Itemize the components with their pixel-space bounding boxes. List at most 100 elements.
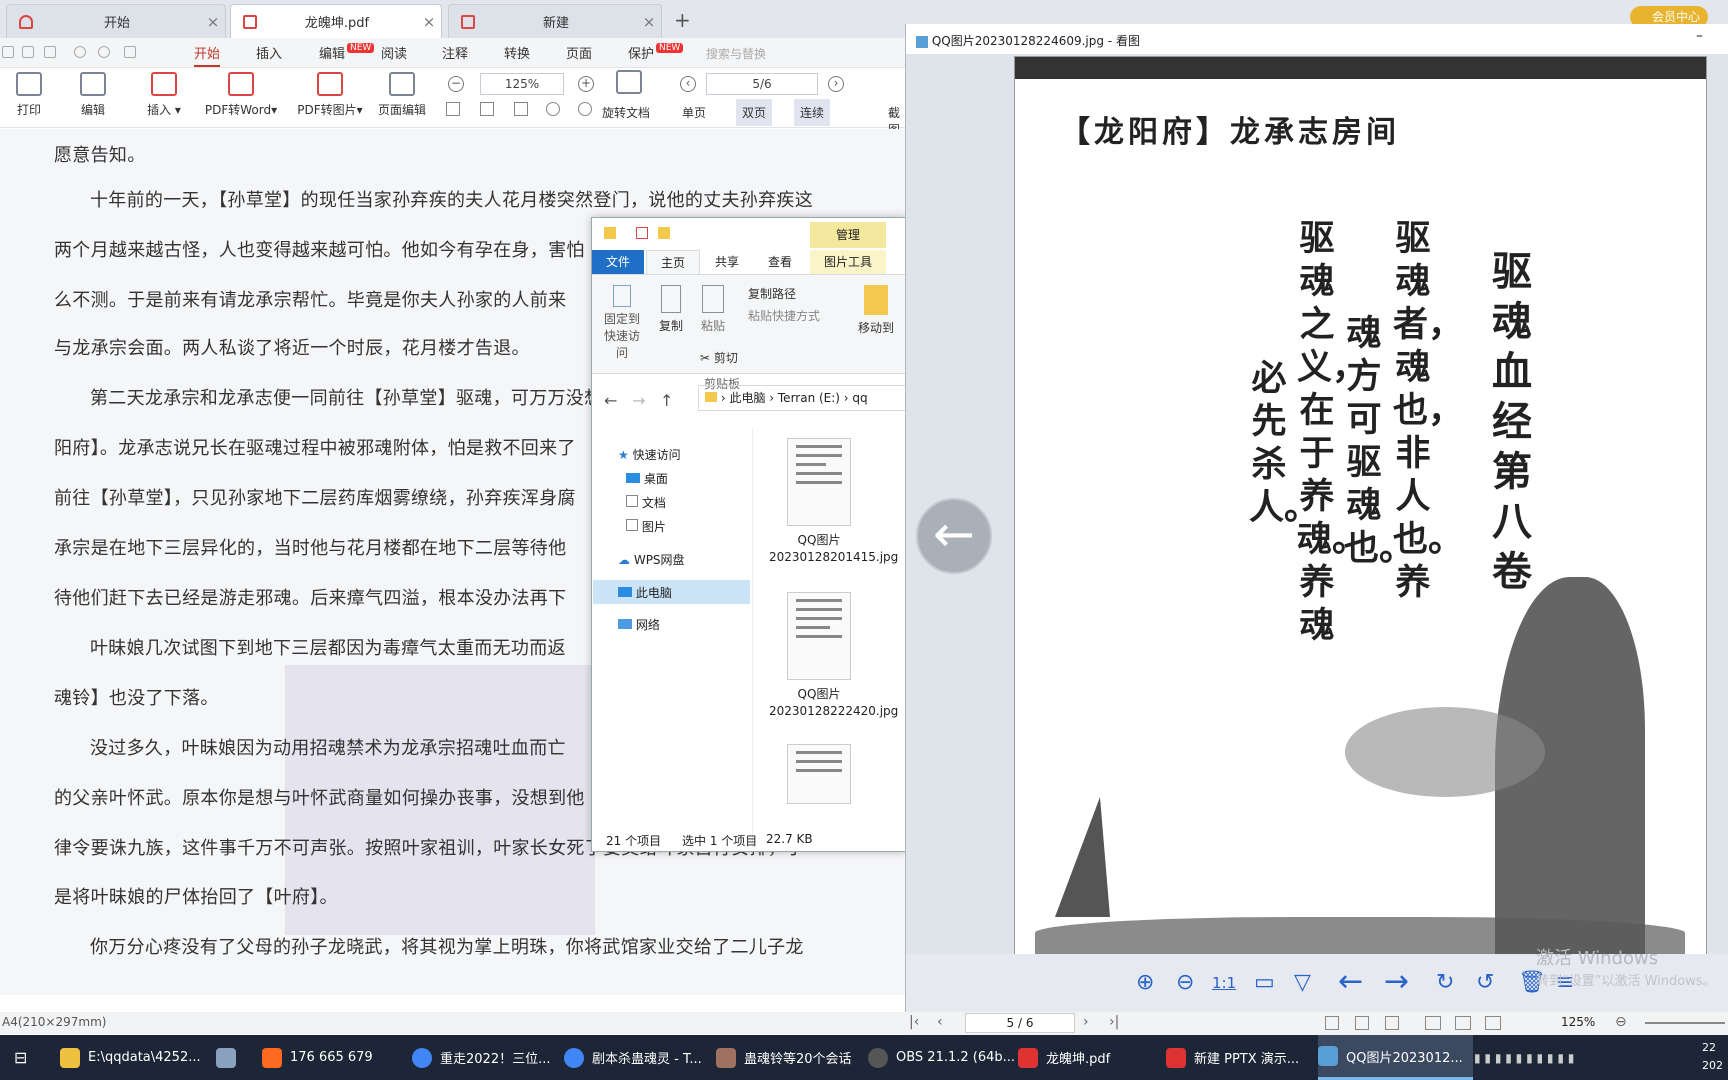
file-name[interactable]: QQ图片20230128201415.jpg [769, 532, 898, 566]
save-icon[interactable] [22, 46, 34, 58]
redo-icon[interactable] [98, 46, 110, 58]
nav-network[interactable]: 网络 [618, 616, 660, 633]
tab-pdf[interactable]: 龙魄坤.pdf × [230, 4, 442, 38]
taskbar-item[interactable]: 176 665 679 [262, 1035, 373, 1080]
zoom-out-icon[interactable]: ⊖ [1176, 970, 1194, 995]
close-icon[interactable]: × [637, 13, 661, 31]
edit-button[interactable]: 编辑 [78, 68, 108, 118]
menu-insert[interactable]: 插入 [256, 43, 282, 62]
up-icon[interactable]: ↑ [660, 391, 673, 410]
breadcrumb-drive[interactable]: Terran (E:) [778, 391, 840, 405]
zoom-out-icon[interactable]: ⊖ [1615, 1014, 1627, 1030]
insert-button[interactable]: 插入 ▾ [142, 68, 186, 118]
nav-desktop[interactable]: 桌面 [626, 470, 668, 487]
double-page-button[interactable]: 双页 [736, 99, 773, 126]
rotate-doc-button[interactable]: 旋转文档 [602, 104, 650, 121]
taskbar-item[interactable]: QQ图片2023012... [1318, 1035, 1473, 1080]
book-view-icon[interactable] [1485, 1016, 1501, 1030]
page-edit-button[interactable]: 页面编辑 [376, 68, 428, 118]
task-view-icon[interactable]: ⊟ [14, 1035, 27, 1080]
last-page-icon[interactable]: ›| [1109, 1014, 1119, 1030]
double-view-icon[interactable] [1455, 1016, 1471, 1030]
image-viewer-window[interactable]: QQ图片20230128224609.jpg - 看图 – 【龙阳府】龙承志房间… [905, 24, 1728, 1035]
cut-button[interactable]: ✂ 剪切 [700, 349, 738, 366]
file-thumbnail[interactable] [787, 438, 851, 526]
menu-start[interactable]: 开始 [194, 43, 221, 67]
next-arrow-icon[interactable]: → [1384, 964, 1409, 999]
actual-size-button[interactable]: 1:1 [1212, 974, 1236, 992]
tab-picture-tools[interactable]: 图片工具 [810, 250, 886, 274]
pin-quick-access-button[interactable]: 固定到快速访问 [600, 285, 644, 362]
previous-arrow-icon[interactable]: ← [1338, 964, 1363, 999]
zoom-out-icon[interactable]: − [448, 76, 464, 92]
print-icon[interactable] [44, 46, 56, 58]
open-folder-icon[interactable]: ▭ [1254, 970, 1275, 995]
properties-icon[interactable] [636, 227, 648, 239]
continuous-button[interactable]: 连续 [794, 99, 831, 126]
forward-icon[interactable]: → [632, 391, 645, 410]
slideshow-icon[interactable]: ▽ [1294, 970, 1311, 995]
move-to-button[interactable]: 移动到 [852, 285, 900, 336]
new-tab-button[interactable]: + [674, 8, 691, 32]
fit-icon[interactable] [614, 66, 644, 99]
rotate-right-icon[interactable]: ↻ [1436, 970, 1454, 995]
undo-icon[interactable] [74, 46, 86, 58]
paste-button[interactable]: 粘贴 [698, 285, 728, 334]
nav-pictures[interactable]: 图片 [626, 518, 666, 535]
taskbar-item[interactable]: E:\qqdata\4252... [60, 1035, 201, 1080]
single-page-button[interactable]: 单页 [682, 104, 706, 121]
taskbar-item[interactable]: 剧本杀蛊魂灵 - T... [564, 1035, 702, 1080]
address-bar[interactable]: › 此电脑 › Terran (E:) › qq [698, 385, 905, 411]
paste-shortcut-button[interactable]: 粘贴快捷方式 [748, 307, 820, 324]
close-icon[interactable]: × [201, 13, 225, 31]
menu-annotate[interactable]: 注释 [442, 43, 468, 62]
select-tool-icon[interactable] [446, 102, 460, 116]
rotate-left-icon[interactable]: ↺ [1476, 970, 1494, 995]
minimize-button[interactable]: – [1696, 28, 1703, 44]
file-thumbnail[interactable] [787, 592, 851, 680]
rotate-left-icon[interactable] [546, 102, 560, 116]
taskbar-item[interactable]: OBS 21.1.2 (64b... [868, 1035, 1015, 1080]
breadcrumb-qq[interactable]: qq [852, 391, 867, 405]
menu-edit[interactable]: 编辑 NEW [319, 43, 375, 62]
system-tray[interactable]: ▮ ▮ ▮ ▮ ▮ ▮ ▮ ▮ ▮ ▮ [1474, 1035, 1574, 1080]
copy-path-button[interactable]: 复制路径 [748, 285, 796, 302]
nav-this-pc[interactable]: 此电脑 [618, 584, 672, 601]
manage-tab[interactable]: 管理 [810, 222, 886, 248]
tab-home[interactable]: 主页 [646, 250, 700, 274]
page-number-input[interactable]: 5/6 [706, 73, 818, 95]
close-icon[interactable]: × [417, 13, 441, 31]
taskbar-item[interactable] [216, 1035, 244, 1080]
copy-button[interactable]: 复制 [656, 285, 686, 334]
rotate-right-icon[interactable] [578, 102, 592, 116]
print-button[interactable]: 打印 [14, 68, 44, 118]
nav-documents[interactable]: 文档 [626, 494, 666, 511]
snapshot-icon[interactable] [480, 102, 494, 116]
next-page-icon[interactable]: › [1083, 1014, 1089, 1030]
pdf-to-image-button[interactable]: PDF转图片▾ [294, 68, 366, 118]
file-thumbnail[interactable] [787, 744, 851, 804]
search-input[interactable]: 搜索与替换 [706, 45, 766, 62]
breadcrumb-this-pc[interactable]: 此电脑 [729, 391, 765, 405]
file-name[interactable]: QQ图片20230128222420.jpg [769, 686, 898, 720]
nav-quick-access[interactable]: ★ 快速访问 [618, 446, 681, 463]
tab-file[interactable]: 文件 [592, 250, 644, 274]
fit-width-icon[interactable] [514, 102, 528, 116]
tab-new[interactable]: 新建 × [448, 4, 662, 38]
zoom-select[interactable]: 125% [480, 73, 564, 95]
new-folder-icon[interactable] [658, 227, 670, 239]
zoom-in-icon[interactable]: ⊕ [1136, 970, 1154, 995]
fit-view-icon[interactable] [1385, 1016, 1399, 1030]
prev-page-icon[interactable]: ‹ [680, 76, 696, 92]
back-icon[interactable]: ← [604, 391, 617, 410]
taskbar-item[interactable]: 新建 PPTX 演示... [1166, 1035, 1299, 1080]
menu-toggle-icon[interactable] [2, 46, 14, 58]
pdf-to-word-button[interactable]: PDF转Word▾ [202, 68, 280, 118]
menu-read[interactable]: 阅读 [381, 43, 407, 62]
first-page-icon[interactable]: |‹ [909, 1014, 919, 1030]
tab-home[interactable]: 开始 × [6, 4, 226, 38]
continuous-view-icon[interactable] [1425, 1016, 1441, 1030]
page-indicator[interactable]: 5 / 6 [965, 1013, 1075, 1033]
menu-page[interactable]: 页面 [566, 43, 592, 62]
menu-convert[interactable]: 转换 [504, 43, 530, 62]
